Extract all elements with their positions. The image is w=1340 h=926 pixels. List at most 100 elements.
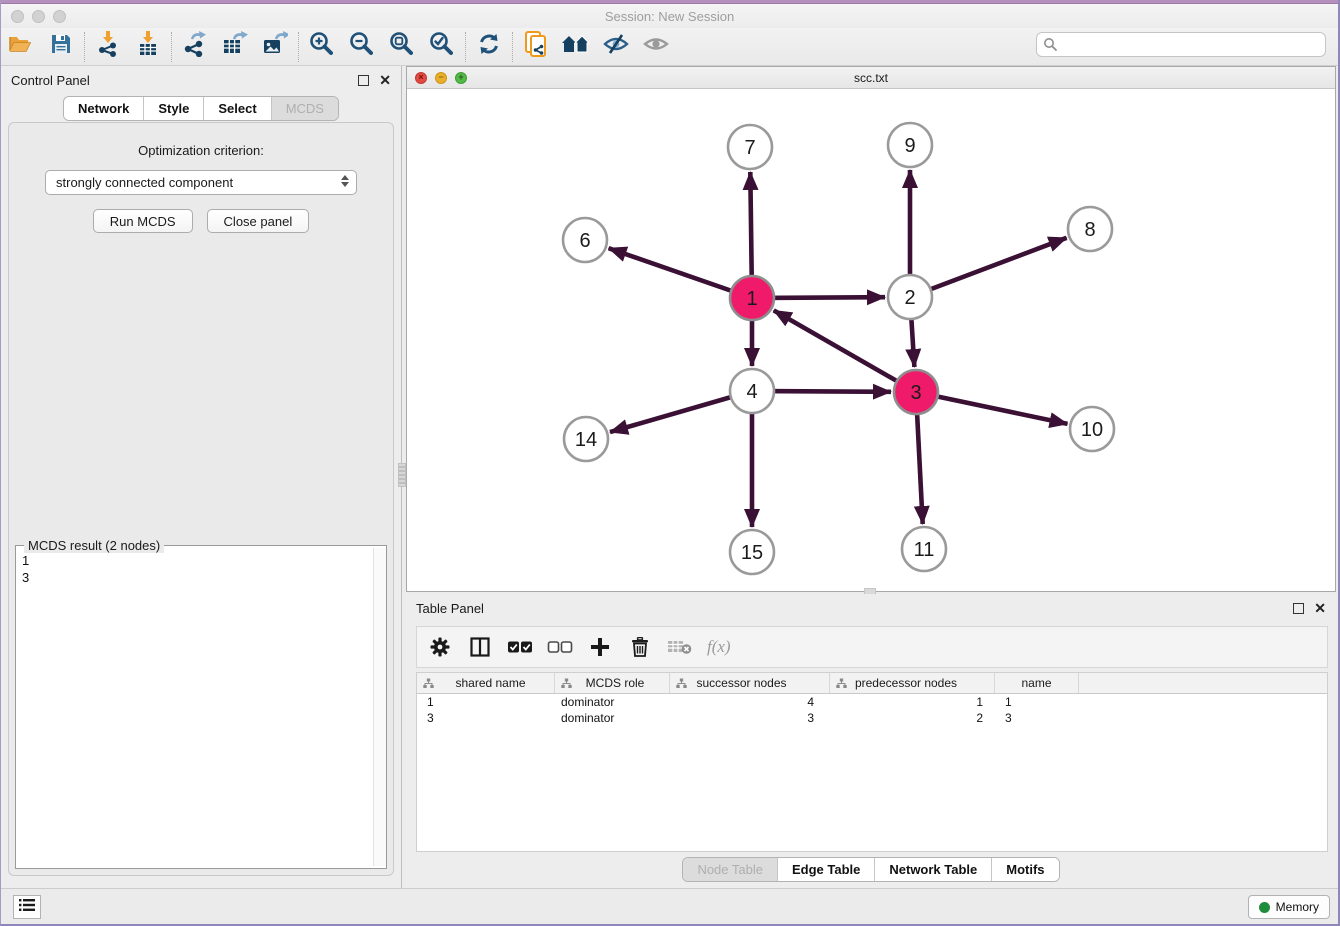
float-table-panel-icon[interactable]	[1293, 603, 1304, 614]
tab-network-table[interactable]: Network Table	[875, 858, 992, 881]
column-label: shared name	[455, 676, 525, 690]
tab-mcds[interactable]: MCDS	[272, 97, 338, 120]
network-maximize-button[interactable]: +	[455, 72, 467, 84]
import-table-button[interactable]	[128, 30, 168, 64]
show-all-button[interactable]	[636, 30, 676, 64]
export-table-button[interactable]	[215, 30, 255, 64]
refresh-icon	[477, 32, 501, 61]
import-network-icon	[96, 31, 120, 62]
control-panel: Control Panel ✕ Network Style Select MCD…	[1, 66, 402, 888]
zoom-fit-button[interactable]	[382, 30, 422, 64]
hide-eye-icon	[602, 32, 630, 61]
graph-node-label: 1	[746, 288, 757, 310]
control-panel-tabs: Network Style Select MCDS	[63, 96, 339, 121]
cell-shared-name: 1	[417, 694, 555, 710]
criterion-value: strongly connected component	[56, 175, 233, 190]
export-network-button[interactable]	[175, 30, 215, 64]
home-button[interactable]	[556, 30, 596, 64]
column-successor-nodes[interactable]: successor nodes	[670, 673, 830, 693]
tab-motifs[interactable]: Motifs	[992, 858, 1058, 881]
mcds-result-box: MCDS result (2 nodes) 1 3	[15, 545, 387, 869]
graph-node-label: 4	[746, 381, 757, 403]
export-image-icon	[262, 31, 288, 62]
memory-label: Memory	[1276, 900, 1319, 914]
graph-node-label: 15	[741, 542, 763, 564]
table-header-row: shared name MCDS role successor nodes pr…	[417, 673, 1327, 694]
memory-button[interactable]: Memory	[1248, 895, 1330, 919]
close-panel-icon[interactable]: ✕	[379, 73, 391, 87]
table-panel-title: Table Panel	[416, 601, 484, 616]
toolbar-separator	[84, 32, 85, 62]
network-window-titlebar[interactable]: scc.txt × − +	[407, 67, 1335, 89]
export-table-icon	[222, 31, 248, 62]
select-stepper-icon	[341, 175, 349, 187]
gear-icon[interactable]	[427, 637, 453, 657]
result-scrollbar[interactable]	[373, 548, 386, 866]
column-label: predecessor nodes	[855, 676, 957, 690]
memory-status-icon	[1259, 902, 1270, 913]
table-tabs: Node Table Edge Table Network Table Moti…	[682, 857, 1059, 882]
vertical-splitter-handle[interactable]	[398, 463, 406, 487]
cell-shared-name: 3	[417, 710, 555, 726]
cell-successor-nodes: 4	[670, 694, 830, 710]
column-label: MCDS role	[586, 676, 645, 690]
network-close-button[interactable]: ×	[415, 72, 427, 84]
column-name[interactable]: name	[995, 673, 1079, 693]
column-shared-name[interactable]: shared name	[417, 673, 555, 693]
zoom-in-button[interactable]	[302, 30, 342, 64]
hide-selected-button[interactable]	[596, 30, 636, 64]
control-panel-title: Control Panel	[11, 73, 90, 88]
cell-successor-nodes: 3	[670, 710, 830, 726]
graph-node-label: 3	[910, 382, 921, 404]
zoom-selected-button[interactable]	[422, 30, 462, 64]
column-predecessor-nodes[interactable]: predecessor nodes	[830, 673, 995, 693]
clone-network-button[interactable]	[516, 30, 556, 64]
column-label: successor nodes	[696, 676, 786, 690]
table-row[interactable]: 3 dominator 3 2 3	[417, 710, 1327, 726]
panel-list-button[interactable]	[13, 895, 41, 919]
tab-edge-table[interactable]: Edge Table	[778, 858, 875, 881]
zoom-out-button[interactable]	[342, 30, 382, 64]
import-table-icon	[136, 31, 160, 62]
network-minimize-button[interactable]: −	[435, 72, 447, 84]
mcds-result-text: 1 3	[16, 550, 372, 868]
delete-table-icon	[667, 638, 693, 656]
close-table-panel-icon[interactable]: ✕	[1314, 601, 1326, 615]
run-mcds-button[interactable]: Run MCDS	[93, 209, 193, 233]
unchecked-boxes-icon[interactable]	[547, 640, 573, 654]
cell-predecessor-nodes: 1	[830, 694, 995, 710]
open-session-button[interactable]	[1, 30, 41, 64]
tab-style[interactable]: Style	[144, 97, 204, 120]
export-image-button[interactable]	[255, 30, 295, 64]
close-panel-button[interactable]: Close panel	[207, 209, 310, 233]
graph-node-label: 8	[1084, 219, 1095, 241]
result-line: 1	[22, 552, 366, 569]
tab-node-table[interactable]: Node Table	[683, 858, 778, 881]
network-window-title: scc.txt	[407, 71, 1335, 85]
mcds-panel: Optimization criterion: strongly connect…	[8, 122, 394, 876]
cell-mcds-role: dominator	[555, 710, 670, 726]
cell-predecessor-nodes: 2	[830, 710, 995, 726]
network-graph[interactable]: 7968124314101511	[407, 89, 1335, 591]
split-columns-icon[interactable]	[467, 637, 493, 657]
graph-node-label: 10	[1081, 419, 1103, 441]
checked-boxes-icon[interactable]	[507, 640, 533, 654]
float-panel-icon[interactable]	[358, 75, 369, 86]
save-session-button[interactable]	[41, 30, 81, 64]
tab-network[interactable]: Network	[64, 97, 144, 120]
table-panel: Table Panel ✕ f(x) sha	[406, 594, 1336, 888]
table-row[interactable]: 1 dominator 4 1 1	[417, 694, 1327, 710]
open-folder-icon	[8, 33, 34, 60]
column-mcds-role[interactable]: MCDS role	[555, 673, 670, 693]
search-icon	[1043, 37, 1058, 57]
search-field-wrap	[1036, 32, 1326, 57]
trash-icon[interactable]	[627, 637, 653, 657]
table-toolbar: f(x)	[416, 626, 1328, 668]
add-icon[interactable]	[587, 637, 613, 657]
tab-select[interactable]: Select	[204, 97, 271, 120]
search-input[interactable]	[1036, 32, 1326, 57]
network-canvas[interactable]: 7968124314101511	[407, 89, 1335, 591]
criterion-select[interactable]: strongly connected component	[45, 170, 357, 195]
import-network-button[interactable]	[88, 30, 128, 64]
refresh-button[interactable]	[469, 30, 509, 64]
